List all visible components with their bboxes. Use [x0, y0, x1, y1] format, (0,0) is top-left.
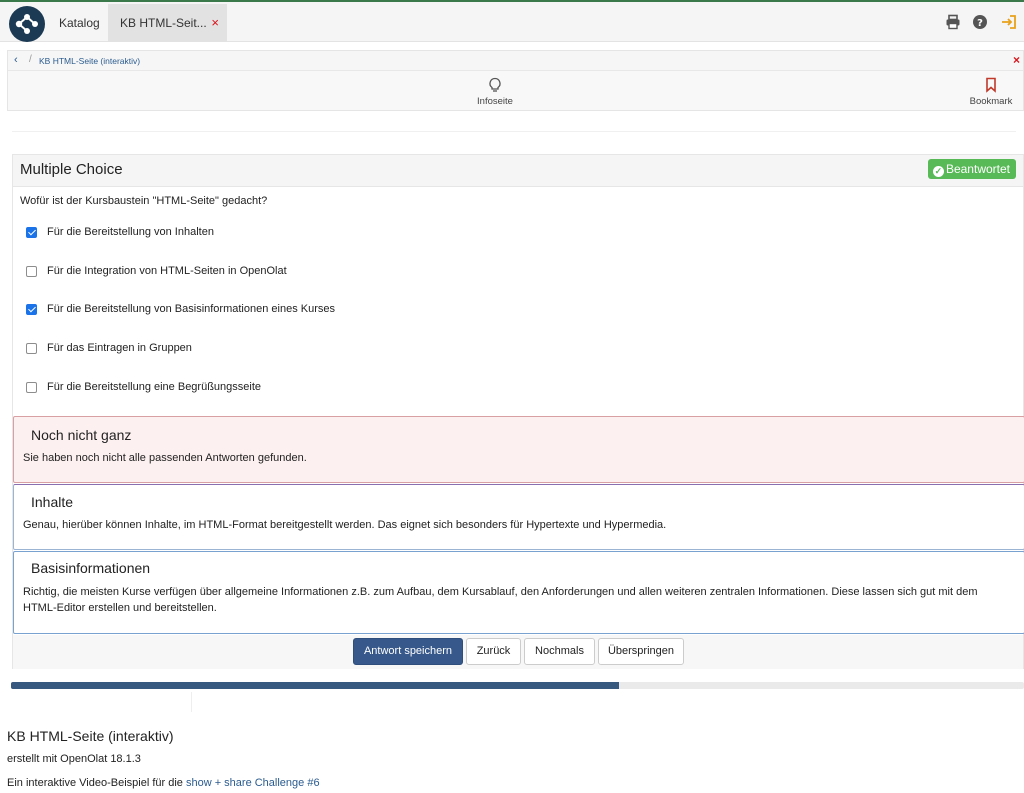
feedback-text: Richtig, die meisten Kurse verfügen über…: [23, 586, 978, 614]
progress-fill: [11, 682, 619, 689]
lightbulb-icon: [489, 77, 501, 92]
help-icon[interactable]: ?: [972, 14, 988, 30]
check-circle-icon: ✓: [932, 166, 944, 177]
svg-text:?: ?: [977, 18, 983, 29]
checkbox[interactable]: [26, 227, 37, 238]
bookmark-icon: [986, 77, 996, 93]
skip-button[interactable]: Überspringen: [598, 638, 684, 665]
column-divider: [191, 692, 192, 712]
top-navigation-bar: Katalog KB HTML-Seit... × ?: [0, 0, 1024, 42]
back-chevron-icon[interactable]: ‹: [14, 54, 18, 66]
background-divider: [12, 131, 1016, 145]
tab-kb-html-seite[interactable]: KB HTML-Seit... ×: [108, 4, 227, 42]
checkbox[interactable]: [26, 382, 37, 393]
tab-close-icon[interactable]: ×: [211, 4, 219, 42]
checkbox[interactable]: [26, 266, 37, 277]
answer-option-label: Für die Bereitstellung eine Begrüßungsse…: [47, 381, 262, 393]
challenge-link[interactable]: show + share Challenge #6: [186, 777, 320, 789]
question-type-title: Multiple Choice: [20, 161, 123, 178]
checkbox[interactable]: [26, 343, 37, 354]
answer-option-label: Für die Bereitstellung von Basisinformat…: [47, 303, 335, 315]
infoseite-label: Infoseite: [477, 96, 513, 107]
logo-graph-icon: [15, 14, 38, 34]
status-badge-label: Beantwortet: [945, 162, 1010, 176]
feedback-title: Basisinformationen: [31, 560, 151, 576]
question-prompt: Wofür ist der Kursbaustein "HTML-Seite" …: [20, 195, 268, 207]
print-icon[interactable]: [945, 14, 961, 30]
question-header: Multiple Choice ✓ Beantwortet: [13, 155, 1023, 187]
infoseite-button[interactable]: Infoseite: [471, 77, 519, 107]
retry-button[interactable]: Nochmals: [524, 638, 595, 665]
close-course-icon[interactable]: ×: [1013, 53, 1020, 67]
checkbox[interactable]: [26, 304, 37, 315]
back-button[interactable]: Zurück: [466, 638, 521, 665]
answer-option-label: Für das Eintragen in Gruppen: [47, 342, 192, 354]
breadcrumb-separator: /: [29, 54, 32, 65]
nav-katalog-link[interactable]: Katalog: [52, 4, 107, 42]
footer-title: KB HTML-Seite (interaktiv): [7, 728, 174, 744]
feedback-title: Inhalte: [31, 494, 74, 510]
course-toolbar: ‹ / KB HTML-Seite (interaktiv) × Infosei…: [7, 50, 1024, 111]
feedback-text: Sie haben noch nicht alle passenden Antw…: [23, 452, 307, 464]
save-answer-button[interactable]: Antwort speichern: [353, 638, 463, 665]
answer-option-label: Für die Integration von HTML-Seiten in O…: [47, 265, 287, 277]
question-panel: Multiple Choice ✓ Beantwortet Wofür ist d…: [12, 154, 1024, 669]
feedback-inhalte: Inhalte Genau, hierüber können Inhalte, …: [13, 484, 1024, 550]
answer-option-label: Für die Bereitstellung von Inhalten: [47, 226, 214, 238]
feedback-basisinformationen: Basisinformationen Richtig, die meisten …: [13, 551, 1024, 634]
feedback-title: Noch nicht ganz: [31, 427, 132, 443]
status-badge: ✓ Beantwortet: [927, 159, 1016, 179]
feedback-text: Genau, hierüber können Inhalte, im HTML-…: [23, 519, 667, 531]
tab-label: KB HTML-Seit...: [120, 16, 207, 30]
footer-description: Ein interaktive Video-Beispiel für die s…: [7, 777, 320, 789]
question-button-bar: Antwort speichern Zurück Nochmals Übersp…: [13, 635, 1023, 669]
bookmark-label: Bookmark: [969, 96, 1013, 107]
footer-description-text: Ein interaktive Video-Beispiel für die: [7, 777, 186, 789]
footer-created-with: erstellt mit OpenOlat 18.1.3: [7, 753, 141, 765]
bookmark-button[interactable]: Bookmark: [964, 77, 1018, 107]
breadcrumb-course-link[interactable]: KB HTML-Seite (interaktiv): [39, 56, 140, 66]
feedback-incomplete: Noch nicht ganz Sie haben noch nicht all…: [13, 416, 1024, 483]
logout-icon[interactable]: [1001, 14, 1017, 30]
progress-bar: [11, 682, 1024, 689]
openolat-logo[interactable]: [9, 6, 45, 42]
breadcrumb: ‹ / KB HTML-Seite (interaktiv) ×: [8, 51, 1023, 71]
